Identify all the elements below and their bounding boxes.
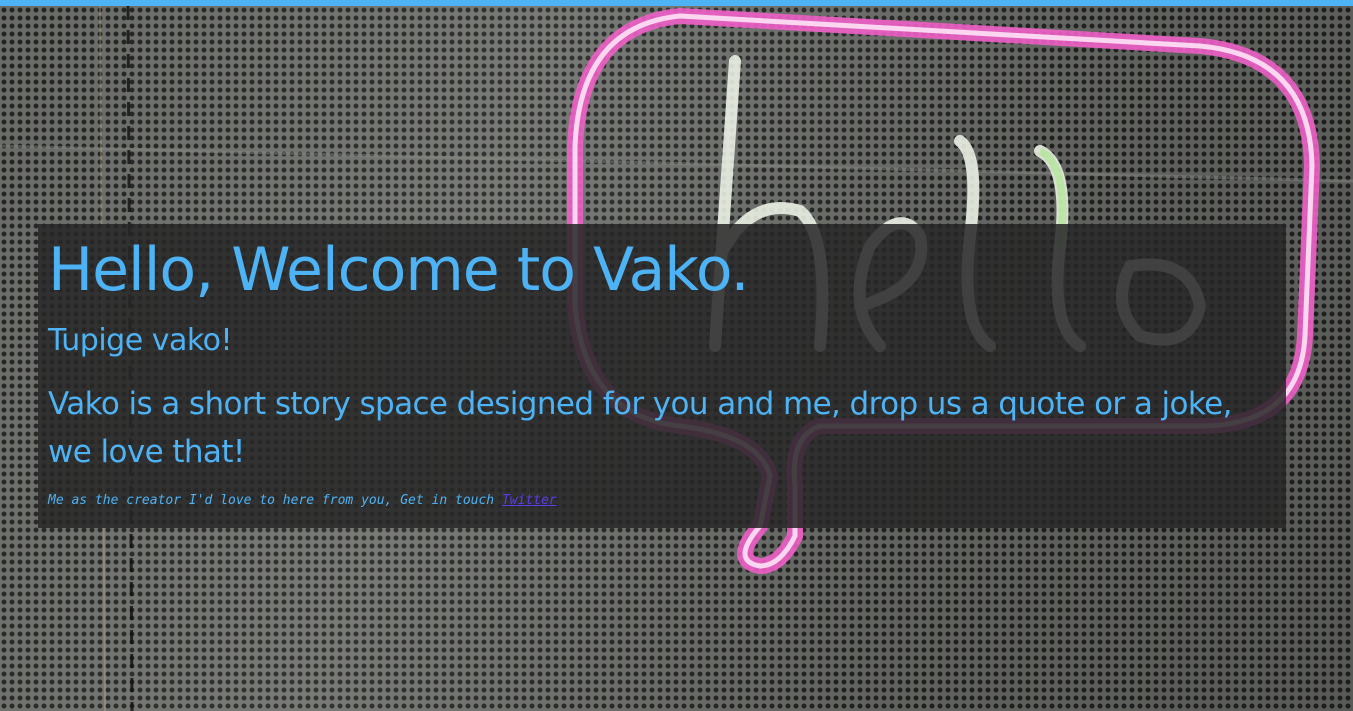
welcome-panel: Hello, Welcome to Vako. Tupige vako! Vak…	[38, 224, 1286, 528]
twitter-link[interactable]: Twitter	[502, 493, 557, 508]
page-description: Vako is a short story space designed for…	[48, 386, 1232, 470]
page-subtitle: Tupige vako!	[48, 323, 233, 358]
contact-text: Me as the creator I'd love to here from …	[48, 493, 502, 508]
contact-line: Me as the creator I'd love to here from …	[48, 492, 1276, 510]
page-title: Hello, Welcome to Vako.	[48, 235, 750, 305]
